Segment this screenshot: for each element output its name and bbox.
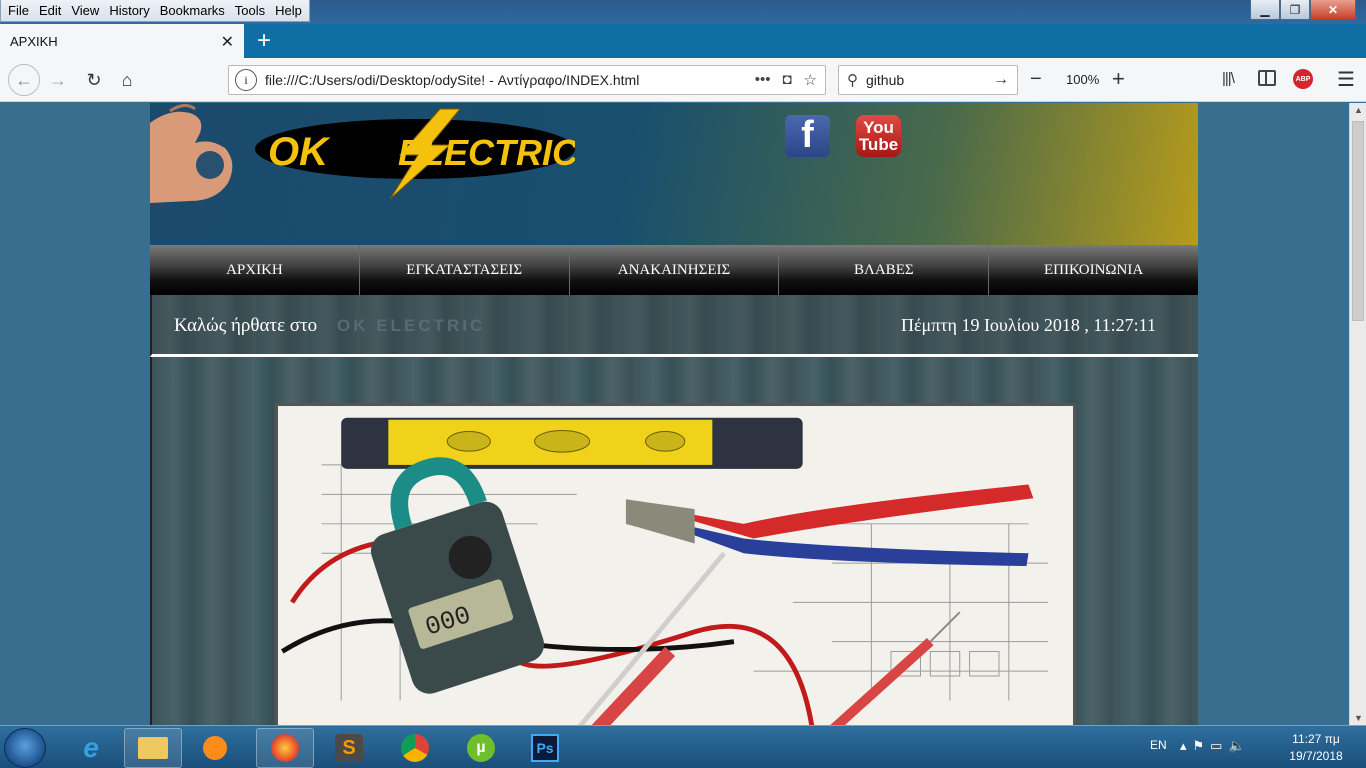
home-button[interactable]: ⌂ bbox=[113, 66, 141, 94]
start-button[interactable] bbox=[4, 728, 46, 768]
library-icon[interactable]: |||\ bbox=[1222, 70, 1235, 87]
welcome-bar: Καλώς ήρθατε στο OK ELECTRIC Πέμπτη 19 Ι… bbox=[150, 295, 1198, 357]
chrome-icon[interactable] bbox=[386, 728, 444, 768]
language-indicator[interactable]: EN bbox=[1150, 738, 1167, 752]
menu-bar: File Edit View History Bookmarks Tools H… bbox=[0, 0, 310, 22]
zoom-out-button[interactable]: − bbox=[1030, 68, 1042, 91]
site-container: OK ELECTRIC f You Tube ΑΡΧΙΚΗ ΕΓΚΑΤΑΣΤΑΣ… bbox=[150, 103, 1198, 725]
menu-edit[interactable]: Edit bbox=[34, 3, 66, 18]
hand-ok-image bbox=[150, 104, 233, 203]
nav-item-installations[interactable]: ΕΓΚΑΤΑΣΤΑΣΕΙΣ bbox=[360, 245, 570, 295]
reload-button[interactable]: ↻ bbox=[80, 66, 108, 94]
scroll-thumb[interactable] bbox=[1352, 121, 1364, 321]
url-bar[interactable]: i file:///C:/Users/odi/Desktop/odySite! … bbox=[228, 65, 826, 95]
zoom-in-button[interactable]: + bbox=[1112, 66, 1125, 92]
clock-date: 19/7/2018 bbox=[1289, 749, 1343, 763]
tab-close-icon[interactable]: ✕ bbox=[221, 32, 234, 52]
site-header: OK ELECTRIC f You Tube bbox=[150, 103, 1198, 245]
menu-file[interactable]: File bbox=[3, 3, 34, 18]
tab-home[interactable]: ΑΡΧΙΚΗ ✕ bbox=[0, 24, 244, 58]
search-go-icon[interactable]: → bbox=[993, 71, 1009, 89]
nav-item-home[interactable]: ΑΡΧΙΚΗ bbox=[150, 245, 360, 295]
utorrent-icon[interactable]: µ bbox=[452, 728, 510, 768]
close-window-button[interactable]: ✕ bbox=[1310, 0, 1356, 20]
scroll-up-icon[interactable]: ▲ bbox=[1354, 105, 1363, 115]
nav-item-renovations[interactable]: ΑΝΑΚΑΙΝΗΣΕΙΣ bbox=[570, 245, 780, 295]
photoshop-icon[interactable]: Ps bbox=[516, 728, 574, 768]
search-bar[interactable]: ⚲ github → bbox=[838, 65, 1018, 95]
search-input[interactable]: github bbox=[866, 72, 993, 88]
adblock-icon[interactable]: ABP bbox=[1293, 69, 1313, 89]
new-tab-button[interactable]: + bbox=[250, 26, 278, 56]
page-actions-icon[interactable]: ••• bbox=[755, 71, 771, 89]
sidebar-icon[interactable] bbox=[1258, 70, 1276, 86]
menu-tools[interactable]: Tools bbox=[230, 3, 270, 18]
facebook-icon[interactable]: f bbox=[785, 114, 830, 157]
tab-title: ΑΡΧΙΚΗ bbox=[10, 33, 58, 49]
logo-text-ok: OK bbox=[268, 130, 331, 174]
youtube-bottom-text: Tube bbox=[858, 135, 899, 154]
zoom-level[interactable]: 100% bbox=[1066, 72, 1099, 87]
back-button[interactable]: ← bbox=[8, 64, 40, 96]
sublime-text-icon[interactable]: S bbox=[320, 728, 378, 768]
tray-icons[interactable]: ▴⚑▭🔈 bbox=[1180, 738, 1251, 754]
menu-view[interactable]: View bbox=[66, 3, 104, 18]
firefox-icon[interactable] bbox=[256, 728, 314, 768]
clock-time: 11:27 πμ bbox=[1292, 732, 1340, 746]
page-scrollbar[interactable]: ▲ ▼ bbox=[1349, 103, 1366, 725]
minimize-button[interactable]: ▁ bbox=[1250, 0, 1280, 20]
file-explorer-icon[interactable] bbox=[124, 728, 182, 768]
nav-item-contact[interactable]: ΕΠΙΚΟΙΝΩΝΙΑ bbox=[989, 245, 1198, 295]
internet-explorer-icon[interactable]: e bbox=[62, 728, 120, 768]
maximize-button[interactable]: ❐ bbox=[1280, 0, 1310, 20]
content-area: 000 bbox=[150, 357, 1198, 725]
search-icon: ⚲ bbox=[847, 72, 858, 89]
hamburger-menu-icon[interactable]: ☰ bbox=[1337, 67, 1355, 92]
system-clock[interactable]: 11:27 πμ 19/7/2018 bbox=[1284, 731, 1348, 765]
tab-bar: ΑΡΧΙΚΗ ✕ + bbox=[0, 24, 1366, 58]
forward-button[interactable]: → bbox=[44, 66, 72, 94]
nav-item-faults[interactable]: ΒΛΑΒΕΣ bbox=[779, 245, 990, 295]
menu-help[interactable]: Help bbox=[270, 3, 307, 18]
scroll-down-icon[interactable]: ▼ bbox=[1354, 713, 1363, 723]
main-navigation: ΑΡΧΙΚΗ ΕΓΚΑΤΑΣΤΑΣΕΙΣ ΑΝΑΚΑΙΝΗΣΕΙΣ ΒΛΑΒΕΣ… bbox=[150, 245, 1198, 295]
logo-text-electric: ELECTRIC bbox=[398, 132, 575, 173]
menu-history[interactable]: History bbox=[104, 3, 154, 18]
info-icon[interactable]: i bbox=[235, 69, 257, 91]
date-time: Πέμπτη 19 Ιουλίου 2018 , 11:27:11 bbox=[901, 315, 1156, 335]
url-text[interactable]: file:///C:/Users/odi/Desktop/odySite! - … bbox=[265, 72, 755, 88]
window-controls: ▁ ❐ ✕ bbox=[1250, 0, 1356, 20]
windows-taskbar: e S µ Ps EN ▴⚑▭🔈 11:27 πμ 19/7/2018 bbox=[0, 725, 1366, 768]
page-viewport: OK ELECTRIC f You Tube ΑΡΧΙΚΗ ΕΓΚΑΤΑΣΤΑΣ… bbox=[0, 103, 1349, 725]
youtube-top-text: You bbox=[863, 118, 894, 137]
welcome-brand-text: OK ELECTRIC bbox=[337, 316, 486, 335]
facebook-letter: f bbox=[801, 114, 814, 156]
menu-bookmarks[interactable]: Bookmarks bbox=[155, 3, 230, 18]
youtube-icon[interactable]: You Tube bbox=[856, 115, 901, 157]
pocket-icon[interactable]: ◘ bbox=[782, 71, 791, 89]
welcome-text: Καλώς ήρθατε στο bbox=[174, 315, 318, 336]
navigation-toolbar: ← → ↻ ⌂ i file:///C:/Users/odi/Desktop/o… bbox=[0, 58, 1366, 102]
electrician-tools-photo: 000 bbox=[275, 403, 1076, 725]
media-player-icon[interactable] bbox=[186, 728, 244, 768]
bookmark-star-icon[interactable]: ☆ bbox=[804, 71, 817, 89]
ok-electric-logo: OK ELECTRIC bbox=[255, 108, 575, 200]
